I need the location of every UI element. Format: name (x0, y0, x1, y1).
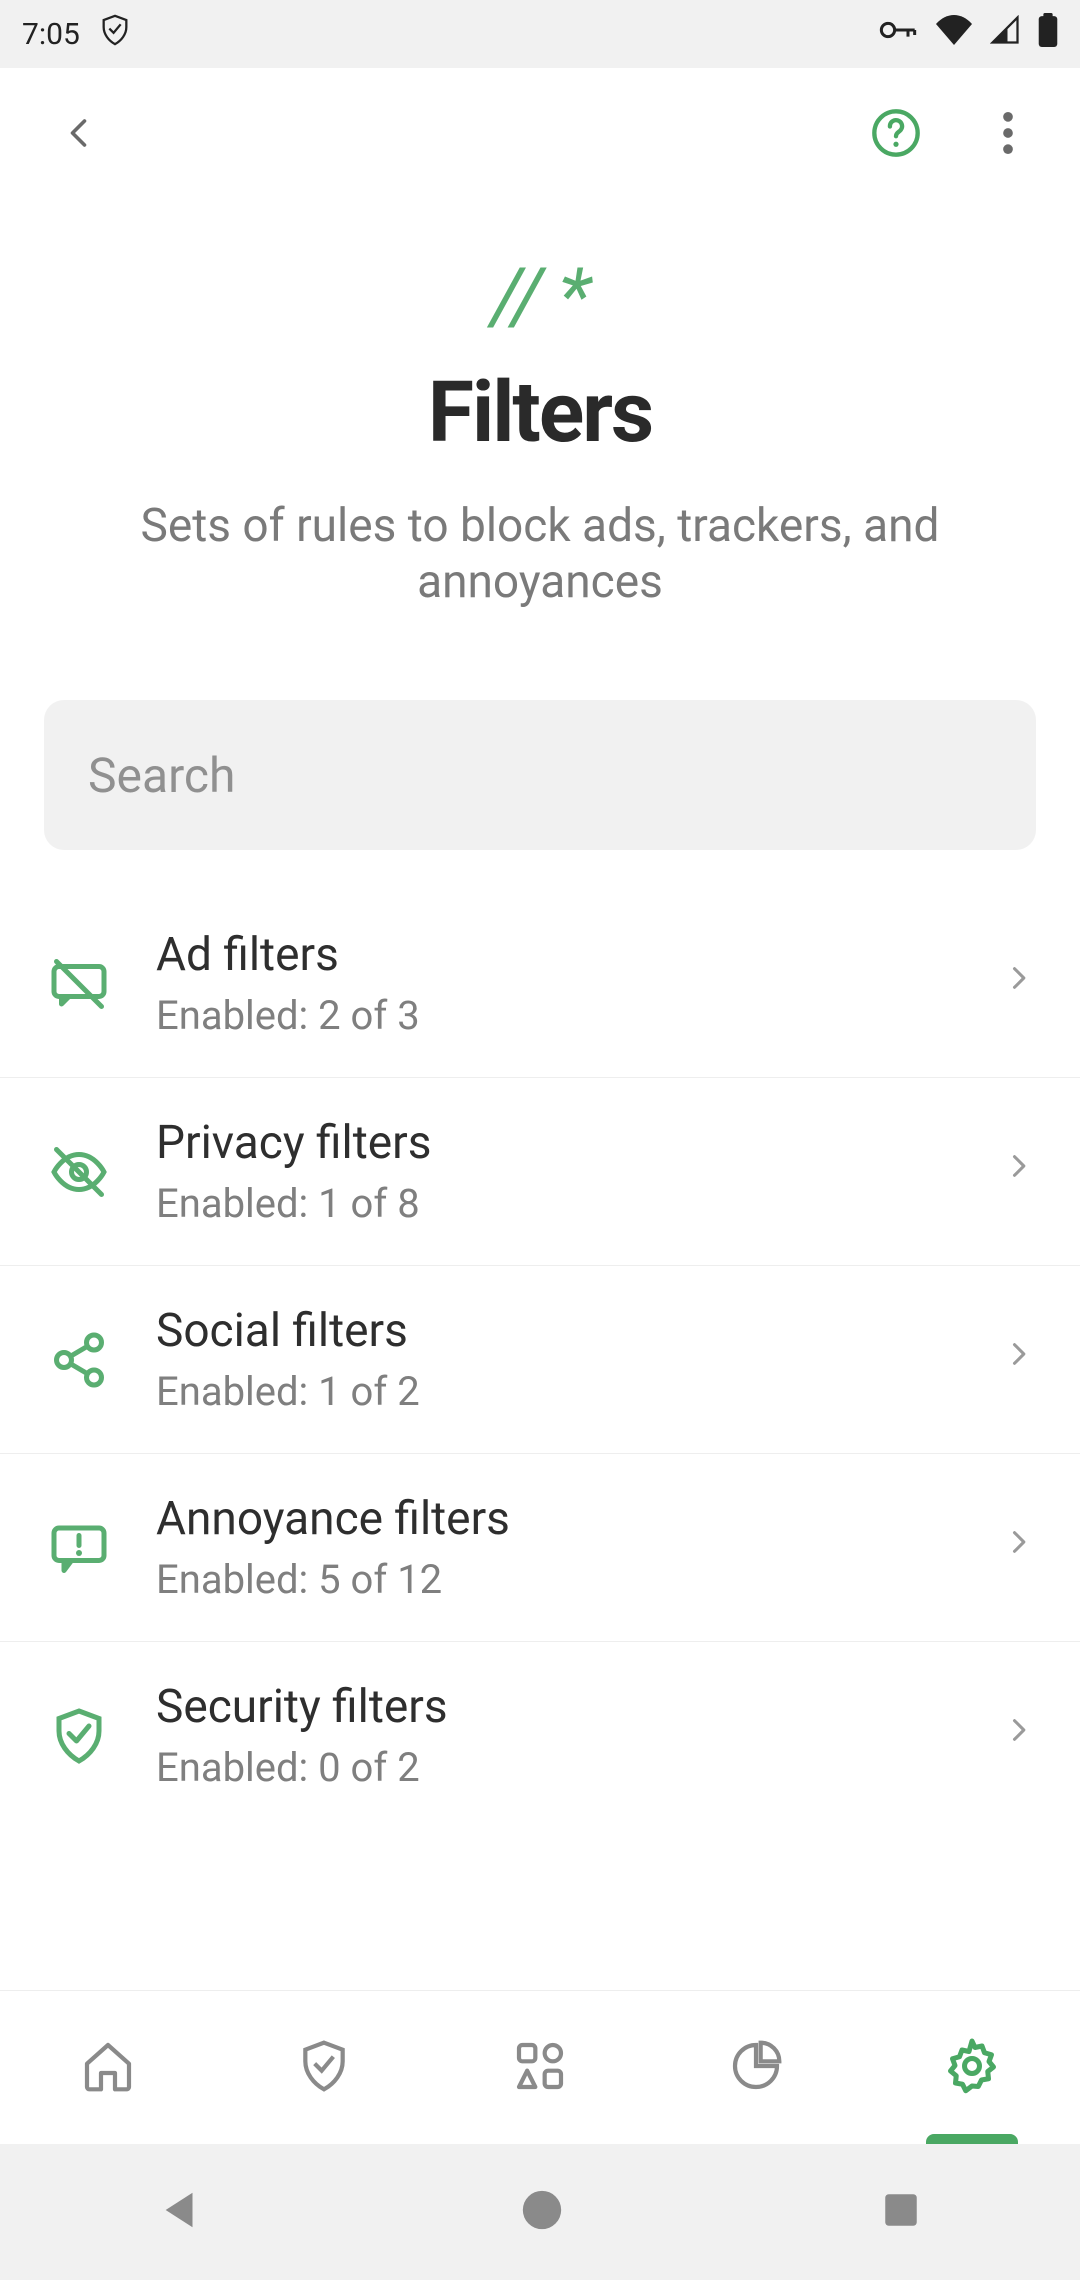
filter-row-ad[interactable]: Ad filters Enabled: 2 of 3 (0, 890, 1080, 1078)
shield-check-icon (44, 1701, 114, 1771)
filter-row-subtitle: Enabled: 1 of 2 (156, 1368, 988, 1415)
filter-row-security[interactable]: Security filters Enabled: 0 of 2 (0, 1642, 1080, 1829)
app-bar (0, 68, 1080, 198)
filter-row-title: Ad filters (156, 928, 988, 982)
system-nav-bar (0, 2144, 1080, 2280)
search-input[interactable] (44, 700, 1036, 850)
filter-row-title: Social filters (156, 1304, 988, 1358)
filter-row-subtitle: Enabled: 1 of 8 (156, 1180, 988, 1227)
nav-protection[interactable] (216, 1991, 432, 2144)
nav-stats[interactable] (648, 1991, 864, 2144)
chat-alert-icon (44, 1513, 114, 1583)
battery-icon (1038, 13, 1058, 55)
share-nodes-icon (44, 1325, 114, 1395)
bottom-nav (0, 1990, 1080, 2144)
filter-row-privacy[interactable]: Privacy filters Enabled: 1 of 8 (0, 1078, 1080, 1266)
filter-row-annoyance[interactable]: Annoyance filters Enabled: 5 of 12 (0, 1454, 1080, 1642)
chevron-right-icon (1004, 964, 1044, 1004)
gear-icon (942, 2036, 1002, 2100)
nav-home[interactable] (0, 1991, 216, 2144)
page-logo-icon: // * (491, 252, 589, 343)
nav-settings[interactable] (864, 1991, 1080, 2144)
filter-row-title: Annoyance filters (156, 1492, 988, 1546)
filter-row-title: Security filters (156, 1680, 988, 1734)
back-button[interactable] (48, 101, 112, 165)
eye-slash-icon (44, 1137, 114, 1207)
system-home-button[interactable] (519, 2187, 565, 2237)
filter-row-subtitle: Enabled: 5 of 12 (156, 1556, 988, 1603)
more-menu-button[interactable] (976, 101, 1040, 165)
page-header: // * Filters Sets of rules to block ads,… (0, 198, 1080, 700)
shield-icon (296, 2038, 352, 2098)
cell-signal-icon (990, 15, 1020, 53)
chevron-right-icon (1004, 1528, 1044, 1568)
nav-apps[interactable] (432, 1991, 648, 2144)
filter-row-social[interactable]: Social filters Enabled: 1 of 2 (0, 1266, 1080, 1454)
filter-row-subtitle: Enabled: 2 of 3 (156, 992, 988, 1039)
vpn-key-icon (878, 16, 918, 52)
home-icon (80, 2038, 136, 2098)
chevron-right-icon (1004, 1152, 1044, 1192)
page-subtitle: Sets of rules to block ads, trackers, an… (60, 498, 1020, 610)
chevron-right-icon (1004, 1340, 1044, 1380)
filter-row-subtitle: Enabled: 0 of 2 (156, 1744, 988, 1791)
system-back-button[interactable] (158, 2187, 204, 2237)
page-title: Filters (60, 363, 1020, 462)
wifi-icon (936, 15, 972, 53)
chevron-right-icon (1004, 1716, 1044, 1756)
status-time: 7:05 (22, 17, 80, 52)
help-button[interactable] (864, 101, 928, 165)
system-recent-button[interactable] (880, 2189, 922, 2235)
shapes-icon (512, 2038, 568, 2098)
filter-row-title: Privacy filters (156, 1116, 988, 1170)
pie-chart-icon (728, 2038, 784, 2098)
status-bar: 7:05 (0, 0, 1080, 68)
chat-slash-icon (44, 949, 114, 1019)
shield-outline-icon (98, 13, 132, 55)
filter-category-list: Ad filters Enabled: 2 of 3 Privacy filte… (0, 890, 1080, 1829)
